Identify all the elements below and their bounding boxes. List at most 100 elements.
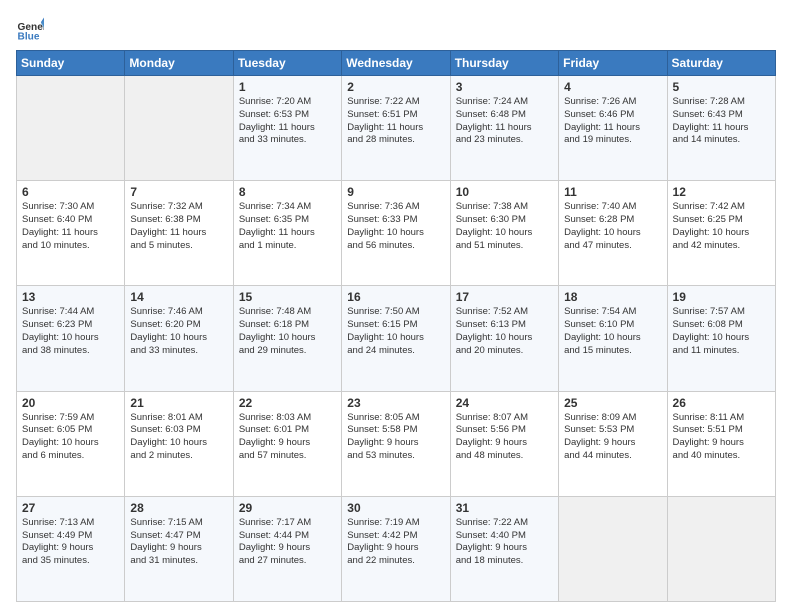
calendar-cell: 30Sunrise: 7:19 AM Sunset: 4:42 PM Dayli…	[342, 496, 450, 601]
calendar-cell: 24Sunrise: 8:07 AM Sunset: 5:56 PM Dayli…	[450, 391, 558, 496]
calendar-cell: 25Sunrise: 8:09 AM Sunset: 5:53 PM Dayli…	[559, 391, 667, 496]
calendar-cell: 12 Sunrise: 7:42 AM Sunset: 6:25 PM Dayli…	[667, 181, 775, 286]
cell-info: Sunrise: 7:22 AM Sunset: 6:51 PM Dayligh…	[347, 96, 444, 147]
cell-info: Sunrise: 8:05 AM Sunset: 5:58 PM Dayligh…	[347, 412, 444, 463]
logo-icon: General Blue	[16, 16, 44, 44]
day-header-wednesday: Wednesday	[342, 51, 450, 76]
day-number: 3	[456, 80, 553, 94]
calendar-cell: 10 Sunrise: 7:38 AM Sunset: 6:30 PM Dayli…	[450, 181, 558, 286]
calendar-cell: 2 Sunrise: 7:22 AM Sunset: 6:51 PM Daylig…	[342, 76, 450, 181]
day-number: 23	[347, 396, 444, 410]
calendar-cell: 16Sunrise: 7:50 AM Sunset: 6:15 PM Dayli…	[342, 286, 450, 391]
calendar-cell: 20 Sunrise: 7:59 AM Sunset: 6:05 PM Dayli…	[17, 391, 125, 496]
calendar-cell	[559, 496, 667, 601]
day-number: 6	[22, 185, 119, 199]
day-number: 15	[239, 290, 336, 304]
cell-info: Sunrise: 7:38 AM Sunset: 6:30 PM Dayligh…	[456, 201, 553, 252]
day-number: 2	[347, 80, 444, 94]
day-number: 26	[673, 396, 770, 410]
calendar-cell: 15 Sunrise: 7:48 AM Sunset: 6:18 PM Dayli…	[233, 286, 341, 391]
day-number: 12	[673, 185, 770, 199]
calendar-header: SundayMondayTuesdayWednesdayThursdayFrid…	[17, 51, 776, 76]
calendar-cell: 11 Sunrise: 7:40 AM Sunset: 6:28 PM Dayli…	[559, 181, 667, 286]
calendar-cell: 28 Sunrise: 7:15 AM Sunset: 4:47 PM Dayli…	[125, 496, 233, 601]
day-number: 22	[239, 396, 336, 410]
day-number: 31	[456, 501, 553, 515]
calendar-cell: 26Sunrise: 8:11 AM Sunset: 5:51 PM Dayli…	[667, 391, 775, 496]
calendar-page: General Blue SundayMondayTuesdayWednesda…	[0, 0, 792, 612]
calendar-cell: 18Sunrise: 7:54 AM Sunset: 6:10 PM Dayli…	[559, 286, 667, 391]
calendar-cell: 31 Sunrise: 7:22 AM Sunset: 4:40 PM Dayli…	[450, 496, 558, 601]
day-number: 4	[564, 80, 661, 94]
day-number: 11	[564, 185, 661, 199]
cell-info: Sunrise: 8:03 AM Sunset: 6:01 PM Dayligh…	[239, 412, 336, 463]
cell-info: Sunrise: 7:48 AM Sunset: 6:18 PM Dayligh…	[239, 306, 336, 357]
day-number: 13	[22, 290, 119, 304]
cell-info: Sunrise: 7:24 AM Sunset: 6:48 PM Dayligh…	[456, 96, 553, 147]
day-header-thursday: Thursday	[450, 51, 558, 76]
calendar-cell	[667, 496, 775, 601]
calendar-cell: 23 Sunrise: 8:05 AM Sunset: 5:58 PM Dayli…	[342, 391, 450, 496]
day-number: 19	[673, 290, 770, 304]
cell-info: Sunrise: 8:01 AM Sunset: 6:03 PM Dayligh…	[130, 412, 227, 463]
day-number: 20	[22, 396, 119, 410]
cell-info: Sunrise: 7:34 AM Sunset: 6:35 PM Dayligh…	[239, 201, 336, 252]
calendar-cell: 8 Sunrise: 7:34 AM Sunset: 6:35 PM Daylig…	[233, 181, 341, 286]
header: General Blue	[16, 16, 776, 44]
calendar-cell: 3 Sunrise: 7:24 AM Sunset: 6:48 PM Daylig…	[450, 76, 558, 181]
day-number: 29	[239, 501, 336, 515]
day-number: 5	[673, 80, 770, 94]
cell-info: Sunrise: 7:42 AM Sunset: 6:25 PM Dayligh…	[673, 201, 770, 252]
calendar-cell: 29Sunrise: 7:17 AM Sunset: 4:44 PM Dayli…	[233, 496, 341, 601]
day-header-tuesday: Tuesday	[233, 51, 341, 76]
calendar-cell: 27 Sunrise: 7:13 AM Sunset: 4:49 PM Dayli…	[17, 496, 125, 601]
cell-info: Sunrise: 7:32 AM Sunset: 6:38 PM Dayligh…	[130, 201, 227, 252]
header-row: SundayMondayTuesdayWednesdayThursdayFrid…	[17, 51, 776, 76]
calendar-cell: 6 Sunrise: 7:30 AM Sunset: 6:40 PM Daylig…	[17, 181, 125, 286]
day-number: 27	[22, 501, 119, 515]
calendar-cell	[17, 76, 125, 181]
day-header-saturday: Saturday	[667, 51, 775, 76]
day-number: 28	[130, 501, 227, 515]
calendar-cell: 13 Sunrise: 7:44 AM Sunset: 6:23 PM Dayli…	[17, 286, 125, 391]
week-row-3: 20 Sunrise: 7:59 AM Sunset: 6:05 PM Dayli…	[17, 391, 776, 496]
cell-info: Sunrise: 7:52 AM Sunset: 6:13 PM Dayligh…	[456, 306, 553, 357]
calendar-cell: 9 Sunrise: 7:36 AM Sunset: 6:33 PM Daylig…	[342, 181, 450, 286]
calendar-cell: 22 Sunrise: 8:03 AM Sunset: 6:01 PM Dayli…	[233, 391, 341, 496]
cell-info: Sunrise: 7:46 AM Sunset: 6:20 PM Dayligh…	[130, 306, 227, 357]
calendar-cell: 7 Sunrise: 7:32 AM Sunset: 6:38 PM Daylig…	[125, 181, 233, 286]
calendar-cell: 14Sunrise: 7:46 AM Sunset: 6:20 PM Dayli…	[125, 286, 233, 391]
calendar-cell: 4 Sunrise: 7:26 AM Sunset: 6:46 PM Daylig…	[559, 76, 667, 181]
cell-info: Sunrise: 7:28 AM Sunset: 6:43 PM Dayligh…	[673, 96, 770, 147]
day-number: 17	[456, 290, 553, 304]
cell-info: Sunrise: 7:44 AM Sunset: 6:23 PM Dayligh…	[22, 306, 119, 357]
calendar-body: 1Sunrise: 7:20 AM Sunset: 6:53 PM Daylig…	[17, 76, 776, 602]
cell-info: Sunrise: 7:54 AM Sunset: 6:10 PM Dayligh…	[564, 306, 661, 357]
day-number: 30	[347, 501, 444, 515]
cell-info: Sunrise: 7:59 AM Sunset: 6:05 PM Dayligh…	[22, 412, 119, 463]
cell-info: Sunrise: 7:22 AM Sunset: 4:40 PM Dayligh…	[456, 517, 553, 568]
calendar-cell: 17 Sunrise: 7:52 AM Sunset: 6:13 PM Dayli…	[450, 286, 558, 391]
cell-info: Sunrise: 7:30 AM Sunset: 6:40 PM Dayligh…	[22, 201, 119, 252]
calendar-table: SundayMondayTuesdayWednesdayThursdayFrid…	[16, 50, 776, 602]
cell-info: Sunrise: 8:07 AM Sunset: 5:56 PM Dayligh…	[456, 412, 553, 463]
calendar-cell: 5 Sunrise: 7:28 AM Sunset: 6:43 PM Daylig…	[667, 76, 775, 181]
day-number: 8	[239, 185, 336, 199]
day-number: 7	[130, 185, 227, 199]
cell-info: Sunrise: 7:26 AM Sunset: 6:46 PM Dayligh…	[564, 96, 661, 147]
day-number: 25	[564, 396, 661, 410]
cell-info: Sunrise: 7:15 AM Sunset: 4:47 PM Dayligh…	[130, 517, 227, 568]
week-row-0: 1Sunrise: 7:20 AM Sunset: 6:53 PM Daylig…	[17, 76, 776, 181]
day-number: 10	[456, 185, 553, 199]
day-header-sunday: Sunday	[17, 51, 125, 76]
cell-info: Sunrise: 7:13 AM Sunset: 4:49 PM Dayligh…	[22, 517, 119, 568]
cell-info: Sunrise: 7:36 AM Sunset: 6:33 PM Dayligh…	[347, 201, 444, 252]
calendar-cell: 19Sunrise: 7:57 AM Sunset: 6:08 PM Dayli…	[667, 286, 775, 391]
calendar-cell: 21Sunrise: 8:01 AM Sunset: 6:03 PM Dayli…	[125, 391, 233, 496]
cell-info: Sunrise: 7:20 AM Sunset: 6:53 PM Dayligh…	[239, 96, 336, 147]
cell-info: Sunrise: 7:40 AM Sunset: 6:28 PM Dayligh…	[564, 201, 661, 252]
day-number: 16	[347, 290, 444, 304]
logo: General Blue	[16, 16, 48, 44]
calendar-cell: 1Sunrise: 7:20 AM Sunset: 6:53 PM Daylig…	[233, 76, 341, 181]
day-number: 9	[347, 185, 444, 199]
